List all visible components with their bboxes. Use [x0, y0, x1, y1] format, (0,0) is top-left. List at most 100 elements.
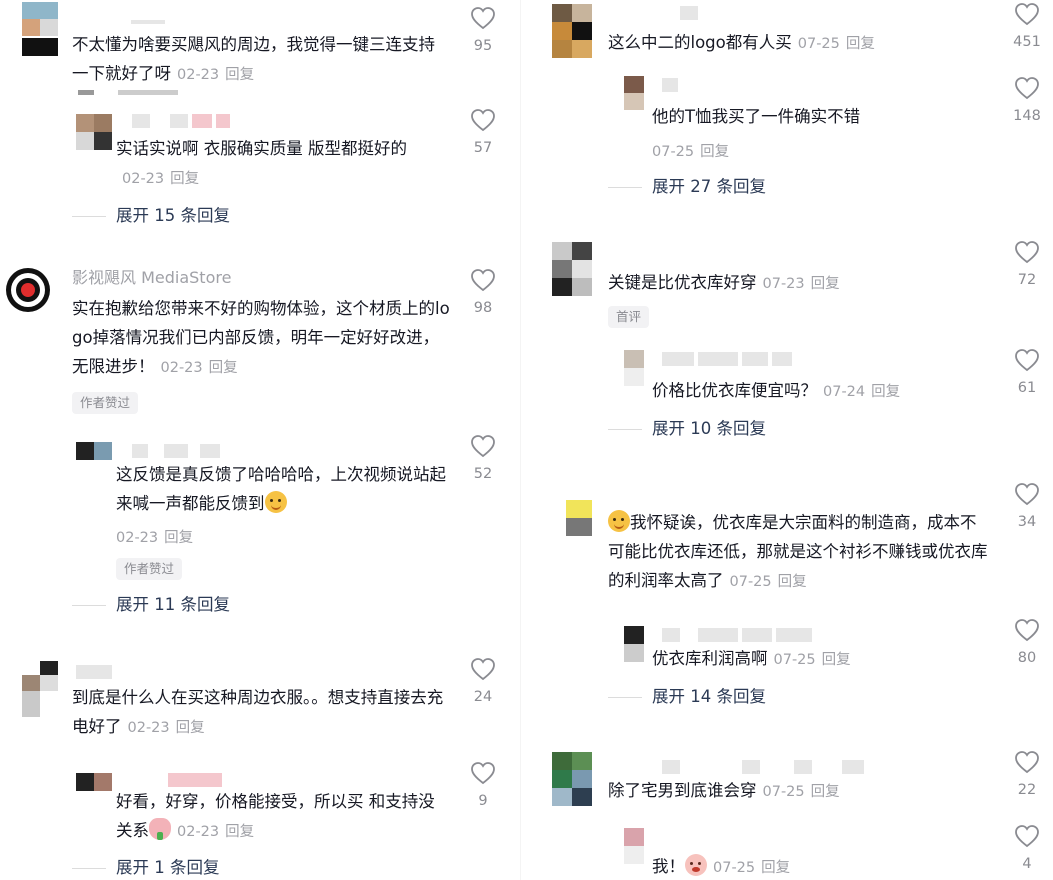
username-masked — [662, 760, 868, 774]
username-masked — [76, 665, 116, 679]
avatar[interactable] — [552, 752, 592, 806]
comment-text: 不太懂为啥要买飓风的周边，我觉得一键三连支持一下就好了呀 02-23 回复 — [72, 35, 435, 83]
reply-date: 07-25 — [773, 652, 816, 668]
comment-column-left: 不太懂为啥要买飓风的周边，我觉得一键三连支持一下就好了呀 02-23 回复 95 实… — [0, 0, 510, 880]
reply-link[interactable]: 回复 — [209, 360, 238, 376]
comment-date: 07-23 — [762, 276, 805, 292]
comment-thread: 这么中二的logo都有人买 07-25 回复 451 他的T恤我买了一件确实不错 0… — [536, 0, 1053, 210]
crying-emoji-icon — [685, 854, 707, 876]
avatar[interactable] — [552, 4, 592, 58]
like-button[interactable]: 80 — [1007, 618, 1047, 667]
like-button[interactable]: 52 — [463, 434, 503, 483]
like-button[interactable]: 24 — [463, 657, 503, 706]
reply-avatar[interactable] — [76, 773, 112, 791]
heart-icon — [1015, 349, 1039, 372]
avatar[interactable] — [566, 500, 592, 536]
comment-date: 07-25 — [797, 36, 840, 52]
reply-link[interactable]: 回复 — [700, 144, 729, 160]
comment-thread: 除了宅男到底谁会穿 07-25 回复 22 我！ 07-25 回复 4 — [536, 748, 1053, 880]
heart-icon — [1015, 483, 1039, 506]
reply-avatar[interactable] — [624, 626, 644, 662]
expand-replies-button[interactable]: 展开 15 条回复 — [72, 205, 230, 227]
like-button[interactable]: 34 — [1007, 482, 1047, 531]
username-masked — [662, 628, 816, 642]
reply-link[interactable]: 回复 — [871, 384, 900, 400]
like-button[interactable]: 4 — [1007, 824, 1047, 873]
reply-link[interactable]: 回复 — [846, 36, 875, 52]
reply-text: 实话实说啊 衣服确实质量 版型都挺好的02-23 回复 — [116, 139, 407, 187]
reply-link[interactable]: 回复 — [811, 784, 840, 800]
reply-link[interactable]: 回复 — [225, 824, 254, 840]
comment-column-right: 这么中二的logo都有人买 07-25 回复 451 他的T恤我买了一件确实不错 0… — [536, 0, 1053, 880]
like-button[interactable]: 451 — [1007, 2, 1047, 51]
like-count: 24 — [473, 689, 493, 705]
reply-avatar[interactable] — [624, 76, 644, 110]
reply-date: 02-23 — [122, 171, 165, 187]
reply-meta: 07-25 回复 — [652, 140, 729, 161]
reply-meta: 02-23 回复 — [116, 526, 193, 547]
reply-link[interactable]: 回复 — [822, 652, 851, 668]
expand-replies-button[interactable]: 展开 10 条回复 — [608, 418, 766, 440]
reply-link[interactable]: 回复 — [761, 860, 790, 876]
avatar[interactable] — [22, 661, 58, 717]
like-button[interactable]: 72 — [1007, 240, 1047, 289]
heart-icon — [1015, 3, 1039, 26]
username-masked — [168, 773, 226, 787]
avatar[interactable] — [552, 242, 592, 296]
reply-text: 他的T恤我买了一件确实不错 — [652, 107, 861, 126]
reply-link[interactable]: 回复 — [164, 530, 193, 546]
reply-avatar[interactable] — [624, 350, 644, 386]
like-button[interactable]: 9 — [463, 761, 503, 810]
like-count: 451 — [1013, 34, 1041, 50]
heart-icon — [471, 7, 495, 30]
expand-replies-button[interactable]: 展开 1 条回复 — [72, 857, 220, 879]
expand-replies-button[interactable]: 展开 27 条回复 — [608, 176, 766, 198]
reply-link[interactable]: 回复 — [176, 720, 205, 736]
like-button[interactable]: 148 — [1007, 76, 1047, 125]
smile-emoji-icon — [264, 491, 287, 513]
rose-emoji-icon — [149, 818, 171, 840]
avatar[interactable] — [22, 2, 58, 36]
like-count: 148 — [1013, 108, 1041, 124]
username[interactable]: 影视飓风 MediaStore — [72, 268, 231, 288]
like-button[interactable]: 98 — [463, 268, 503, 317]
heart-icon — [471, 762, 495, 785]
reply-avatar[interactable] — [624, 828, 644, 864]
like-count: 61 — [1017, 380, 1037, 396]
reply-link[interactable]: 回复 — [225, 67, 254, 83]
like-count: 57 — [473, 140, 493, 156]
reply-text: 这反馈是真反馈了哈哈哈哈，上次视频说站起来喊一声都能反馈到 — [116, 465, 446, 513]
mediastore-logo-avatar[interactable] — [6, 268, 50, 312]
first-comment-badge: 首评 — [608, 306, 650, 328]
heart-icon — [1015, 619, 1039, 642]
comment-text: 到底是什么人在买这种周边衣服。。想支持直接去充电好了 02-23 回复 — [72, 688, 444, 736]
comment-thread: 影视飓风 MediaStore 实在抱歉给您带来不好的购物体验，这个材质上的lo… — [0, 258, 510, 628]
reply-link[interactable]: 回复 — [170, 171, 199, 187]
like-button[interactable]: 95 — [463, 6, 503, 55]
like-button[interactable]: 57 — [463, 108, 503, 157]
expand-replies-button[interactable]: 展开 11 条回复 — [72, 594, 230, 616]
comment-date: 07-25 — [762, 784, 805, 800]
comment-date: 02-23 — [127, 720, 170, 736]
like-count: 52 — [473, 466, 493, 482]
like-count: 9 — [478, 793, 488, 809]
expand-replies-button[interactable]: 展开 14 条回复 — [608, 686, 766, 708]
reply-link[interactable]: 回复 — [778, 574, 807, 590]
username-masked — [132, 444, 224, 458]
username-masked — [662, 352, 796, 366]
reply-avatar[interactable] — [76, 114, 112, 150]
reply-text: 我！ 07-25 回复 — [652, 852, 972, 880]
like-button[interactable]: 22 — [1007, 750, 1047, 799]
reply-date: 07-25 — [713, 860, 756, 876]
comment-date: 02-23 — [160, 360, 203, 376]
reply-link[interactable]: 回复 — [811, 276, 840, 292]
comment-text: 我怀疑诶，优衣库是大宗面料的制造商，成本不可能比优衣库还低，那就是这个衬衫不赚钱… — [608, 508, 988, 597]
heart-icon — [471, 658, 495, 681]
like-count: 34 — [1017, 514, 1037, 530]
reply-text: 价格比优衣库便宜吗？ 07-24 回复 — [652, 381, 901, 400]
like-button[interactable]: 61 — [1007, 348, 1047, 397]
column-divider — [520, 0, 521, 880]
heart-icon — [1015, 825, 1039, 848]
reply-avatar[interactable] — [76, 442, 112, 460]
comment-thread: 关键是比优衣库好穿 07-23 回复 72 首评 价格比优衣库便宜吗？ 07-24 回复… — [536, 238, 1053, 448]
